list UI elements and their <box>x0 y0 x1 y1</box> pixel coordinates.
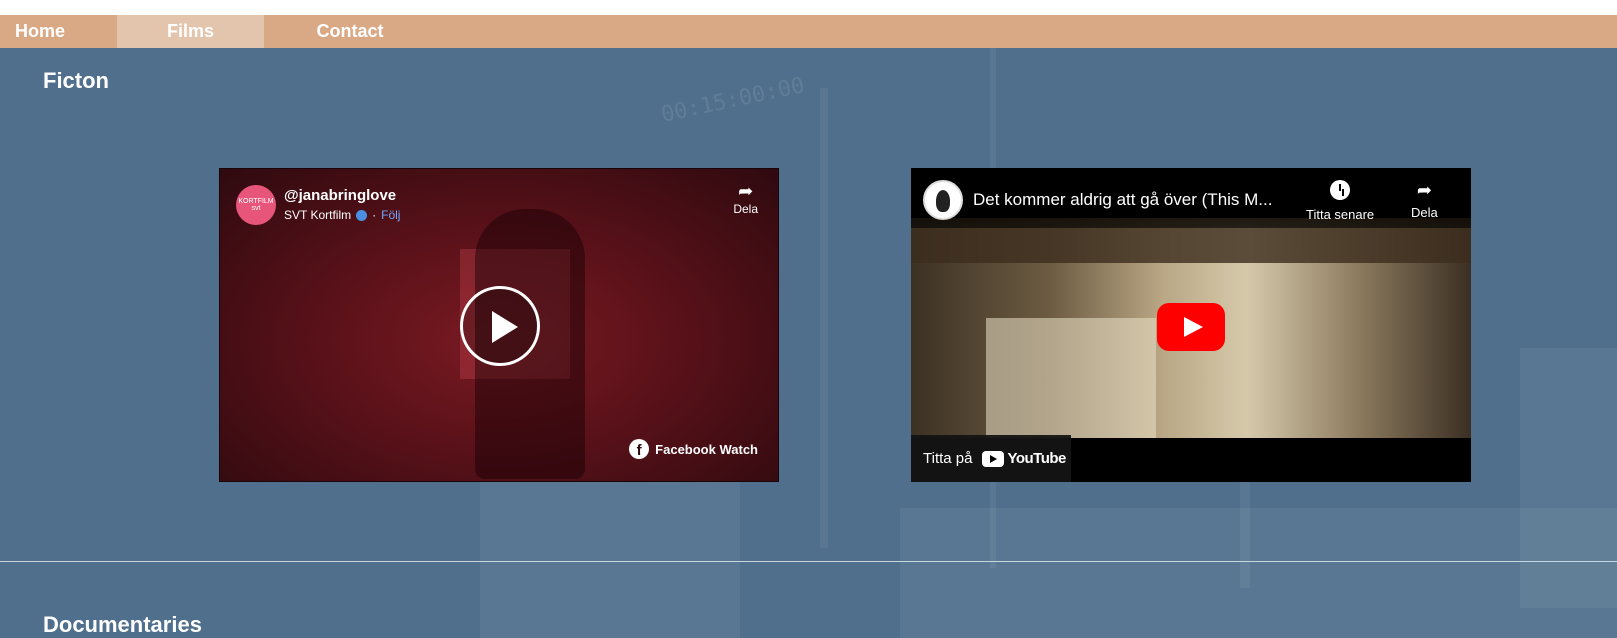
play-icon <box>492 311 518 343</box>
channel-avatar[interactable]: KORTFILM svt <box>236 185 276 225</box>
background-timecode: 00:15:00:00 <box>658 73 807 128</box>
watch-on-label: Titta på <box>923 450 973 467</box>
video-title[interactable]: Det kommer aldrig att gå över (This M... <box>973 190 1293 210</box>
share-button[interactable]: ➦ Dela <box>733 181 758 216</box>
play-button[interactable] <box>1157 303 1225 351</box>
channel-avatar[interactable] <box>923 180 963 220</box>
timeline-bar <box>820 88 828 548</box>
timeline-track <box>900 508 1617 638</box>
watch-later-label: Titta senare <box>1306 207 1375 222</box>
video-handle[interactable]: @janabringlove <box>284 187 396 204</box>
section-title-fiction: Ficton <box>43 68 109 93</box>
nav-contact[interactable]: Contact <box>264 15 436 48</box>
watch-on-youtube-link[interactable]: Titta på YouTube <box>911 435 1071 482</box>
dot-separator: · <box>372 208 377 222</box>
nav-home[interactable]: Home <box>0 15 80 48</box>
share-button[interactable]: ➦ Dela <box>1411 180 1438 220</box>
facebook-watch-label: Facebook Watch <box>655 441 758 457</box>
watch-later-button[interactable]: Titta senare <box>1306 180 1374 222</box>
youtube-logo-text: YouTube <box>1007 450 1066 467</box>
youtube-video-embed[interactable]: Det kommer aldrig att gå över (This M...… <box>911 168 1471 482</box>
main-navbar: Home Films Contact <box>0 15 1617 48</box>
play-icon <box>1184 317 1203 337</box>
facebook-icon: f <box>629 439 650 459</box>
youtube-logo: YouTube <box>982 450 1066 467</box>
timeline-track <box>480 478 740 638</box>
avatar-text-top: KORTFILM <box>238 198 274 205</box>
thumbnail-curtain <box>986 318 1156 438</box>
share-icon: ➦ <box>1416 180 1432 200</box>
section-divider <box>0 561 1617 562</box>
facebook-video-embed[interactable]: KORTFILM svt @janabringlove SVT Kortfilm… <box>219 168 779 482</box>
clock-icon <box>1330 180 1351 200</box>
nav-films[interactable]: Films <box>117 15 264 48</box>
follow-link[interactable]: Följ <box>381 208 400 222</box>
verified-icon <box>356 209 368 221</box>
play-button[interactable] <box>460 286 540 366</box>
channel-info: SVT Kortfilm · Följ <box>284 208 400 222</box>
section-title-documentaries: Documentaries <box>43 612 202 637</box>
avatar-text-bottom: svt <box>251 205 261 212</box>
facebook-watch-link[interactable]: f Facebook Watch <box>629 439 758 459</box>
youtube-icon <box>982 450 1005 467</box>
share-label: Dela <box>1411 205 1438 220</box>
channel-name[interactable]: SVT Kortfilm <box>284 208 351 222</box>
share-icon: ➦ <box>738 181 754 201</box>
share-label: Dela <box>733 202 758 216</box>
